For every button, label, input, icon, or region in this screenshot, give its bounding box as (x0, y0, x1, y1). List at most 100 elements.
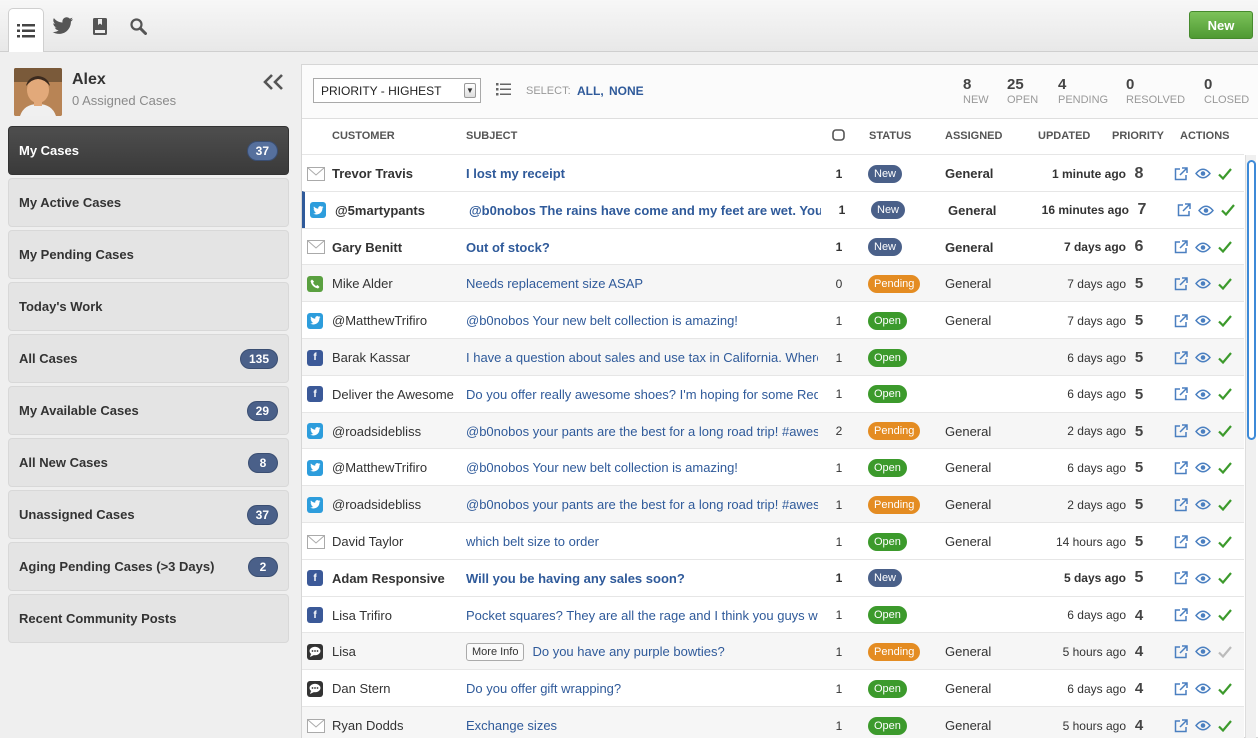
subject-cell[interactable]: Do you offer really awesome shoes? I'm h… (466, 376, 818, 413)
table-row[interactable]: @MatthewTrifiro @b0nobos Your new belt co… (302, 301, 1244, 339)
customer-name[interactable]: @MatthewTrifiro (332, 302, 462, 339)
resolve-check-icon[interactable] (1218, 570, 1232, 586)
customer-name[interactable]: David Taylor (332, 523, 462, 560)
scrollbar[interactable] (1245, 155, 1256, 738)
subject-cell[interactable]: Will you be having any sales soon? (466, 560, 818, 597)
open-external-icon[interactable] (1174, 276, 1188, 292)
customer-name[interactable]: Trevor Travis (332, 155, 462, 192)
subject-cell[interactable]: More Info Do you have any purple bowties? (466, 633, 818, 670)
resolve-check-icon[interactable] (1218, 313, 1232, 329)
col-priority[interactable]: PRIORITY (1112, 130, 1164, 142)
search-icon[interactable] (120, 8, 156, 44)
resolve-check-icon[interactable] (1218, 239, 1232, 255)
subject-link[interactable]: I have a question about sales and use ta… (466, 350, 818, 365)
sort-dropdown[interactable]: PRIORITY - HIGHEST ▼ (313, 78, 481, 103)
sidebar-item-unassigned-cases[interactable]: Unassigned Cases 37 (8, 490, 289, 539)
stat-closed[interactable]: 0 CLOSED (1204, 76, 1249, 106)
subject-cell[interactable]: I lost my receipt (466, 155, 818, 192)
sidebar-item-my-active-cases[interactable]: My Active Cases (8, 178, 289, 227)
resolve-check-icon[interactable] (1218, 718, 1232, 734)
list-view-icon[interactable] (496, 83, 511, 99)
sidebar-item-all-cases[interactable]: All Cases 135 (8, 334, 289, 383)
comment-count-icon[interactable] (832, 129, 845, 145)
subject-link[interactable]: Exchange sizes (466, 718, 557, 733)
subject-cell[interactable]: Needs replacement size ASAP (466, 265, 818, 302)
open-external-icon[interactable] (1174, 423, 1188, 439)
subject-link[interactable]: @b0nobos your pants are the best for a l… (466, 424, 818, 439)
resolve-check-icon[interactable] (1218, 497, 1232, 513)
preview-eye-icon[interactable] (1195, 313, 1211, 329)
preview-eye-icon[interactable] (1195, 570, 1211, 586)
stat-resolved[interactable]: 0 RESOLVED (1126, 76, 1185, 106)
subject-link[interactable]: Needs replacement size ASAP (466, 276, 643, 291)
resolve-check-icon[interactable] (1218, 534, 1232, 550)
open-external-icon[interactable] (1174, 497, 1188, 513)
preview-eye-icon[interactable] (1195, 350, 1211, 366)
open-external-icon[interactable] (1174, 718, 1188, 734)
resolve-check-icon[interactable] (1218, 166, 1232, 182)
subject-cell[interactable]: which belt size to order (466, 523, 818, 560)
preview-eye-icon[interactable] (1195, 607, 1211, 623)
subject-cell[interactable]: @b0nobos your pants are the best for a l… (466, 486, 818, 523)
table-row[interactable]: David Taylor which belt size to order 1 Ope… (302, 522, 1244, 559)
preview-eye-icon[interactable] (1195, 497, 1211, 513)
col-updated[interactable]: UPDATED (1038, 130, 1090, 142)
customer-name[interactable]: Gary Benitt (332, 229, 462, 266)
table-row[interactable]: f Adam Responsive Will you be having any s… (302, 558, 1244, 597)
open-external-icon[interactable] (1174, 239, 1188, 255)
table-row[interactable]: f Deliver the Awesome Do you offer really … (302, 374, 1244, 413)
preview-eye-icon[interactable] (1195, 239, 1211, 255)
open-external-icon[interactable] (1174, 681, 1188, 697)
subject-link[interactable]: Do you have any purple bowties? (532, 644, 724, 659)
sidebar-item-all-new-cases[interactable]: All New Cases 8 (8, 438, 289, 487)
table-row[interactable]: Lisa More Info Do you have any purple bowt… (302, 632, 1244, 670)
subject-cell[interactable]: @b0nobos Your new belt collection is ama… (466, 449, 818, 486)
subject-link[interactable]: I lost my receipt (466, 166, 565, 181)
stat-open[interactable]: 25 OPEN (1007, 76, 1038, 106)
collapse-sidebar-icon[interactable] (262, 74, 286, 93)
preview-eye-icon[interactable] (1195, 681, 1211, 697)
customer-name[interactable]: Lisa Trifiro (332, 597, 462, 634)
customer-name[interactable]: @MatthewTrifiro (332, 449, 462, 486)
preview-eye-icon[interactable] (1195, 718, 1211, 734)
table-row[interactable]: f Barak Kassar I have a question about sal… (302, 338, 1244, 375)
subject-link[interactable]: Do you offer gift wrapping? (466, 681, 621, 696)
preview-eye-icon[interactable] (1195, 644, 1211, 660)
new-case-button[interactable]: New (1189, 11, 1253, 39)
table-row[interactable]: @MatthewTrifiro @b0nobos Your new belt co… (302, 448, 1244, 486)
table-row[interactable]: Mike Alder Needs replacement size ASAP 0 Pe… (302, 264, 1244, 302)
select-all-link[interactable]: ALL, (577, 84, 604, 98)
avatar[interactable] (14, 68, 62, 116)
subject-cell[interactable]: @b0nobos Your new belt collection is ama… (466, 302, 818, 339)
more-info-button[interactable]: More Info (466, 642, 525, 661)
customer-name[interactable]: Adam Responsive (332, 560, 462, 597)
customer-name[interactable]: @roadsidebliss (332, 413, 462, 450)
open-external-icon[interactable] (1174, 534, 1188, 550)
subject-link[interactable]: Pocket squares? They are all the rage an… (466, 608, 818, 623)
table-row[interactable]: @roadsidebliss @b0nobos your pants are th… (302, 485, 1244, 523)
open-external-icon[interactable] (1174, 644, 1188, 660)
preview-eye-icon[interactable] (1195, 534, 1211, 550)
twitter-icon[interactable] (45, 8, 81, 44)
customer-name[interactable]: Lisa (332, 633, 462, 670)
preview-eye-icon[interactable] (1195, 276, 1211, 292)
customer-name[interactable]: Barak Kassar (332, 339, 462, 376)
customer-name[interactable]: Deliver the Awesome (332, 376, 462, 413)
sidebar-item-aging-pending-cases-3-days[interactable]: Aging Pending Cases (>3 Days) 2 (8, 542, 289, 591)
resolve-check-icon[interactable] (1218, 644, 1232, 660)
sidebar-item-my-available-cases[interactable]: My Available Cases 29 (8, 386, 289, 435)
sidebar-item-today-s-work[interactable]: Today's Work (8, 282, 289, 331)
customer-name[interactable]: Ryan Dodds (332, 707, 462, 738)
table-row[interactable]: Gary Benitt Out of stock? 1 New General 7 day… (302, 227, 1244, 266)
stat-new[interactable]: 8 NEW (963, 76, 989, 106)
open-external-icon[interactable] (1174, 460, 1188, 476)
resolve-check-icon[interactable] (1218, 681, 1232, 697)
subject-link[interactable]: @b0nobos your pants are the best for a l… (466, 497, 818, 512)
table-row[interactable]: Dan Stern Do you offer gift wrapping? 1 Ope… (302, 669, 1244, 707)
customer-name[interactable]: @roadsidebliss (332, 486, 462, 523)
open-external-icon[interactable] (1174, 570, 1188, 586)
resolve-check-icon[interactable] (1218, 276, 1232, 292)
subject-link[interactable]: @b0nobos Your new belt collection is ama… (466, 460, 738, 475)
preview-eye-icon[interactable] (1195, 423, 1211, 439)
preview-eye-icon[interactable] (1195, 386, 1211, 402)
